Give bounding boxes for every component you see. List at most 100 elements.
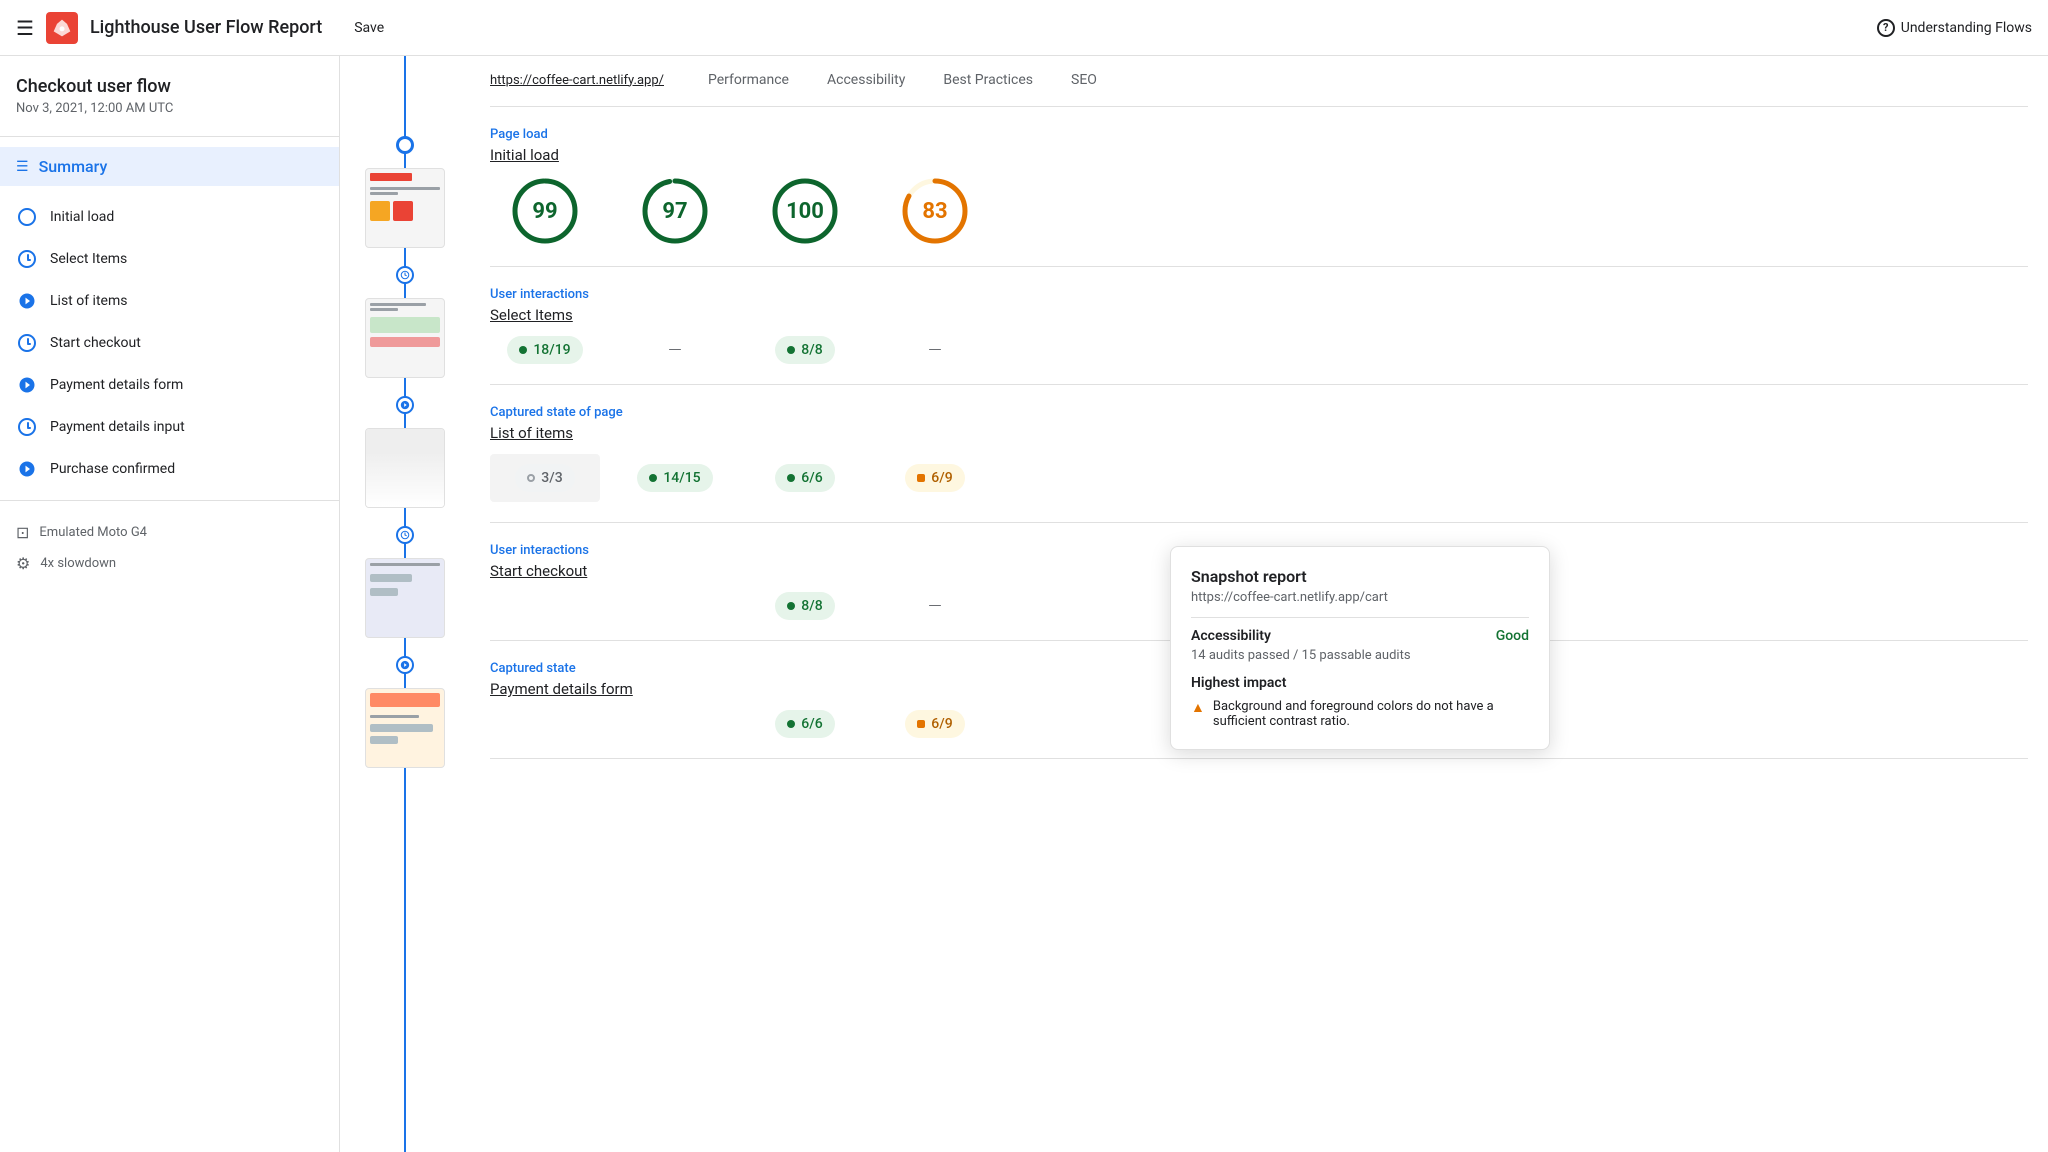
timeline-dot-snap-5 [396, 656, 414, 674]
clock-icon [16, 248, 38, 270]
summary-label: Summary [39, 157, 108, 176]
clock-icon [16, 332, 38, 354]
badge-8-8: 8/8 [775, 336, 834, 364]
score-row-3: 3/3 14/15 6/6 [490, 454, 2028, 502]
summary-nav-item[interactable]: ☰ Summary [0, 147, 339, 186]
tooltip-impact-title: Highest impact [1191, 675, 1529, 691]
thumbnail-5[interactable] [365, 688, 445, 768]
section-name-label[interactable]: Select Items [490, 306, 2028, 324]
sidebar-item-initial-load[interactable]: Initial load [0, 196, 339, 238]
section-name-label[interactable]: Initial load [490, 146, 2028, 164]
circle-100: 100 [770, 176, 840, 246]
section-user-interactions-1: User interactions Select Items 18/19 — [490, 267, 2028, 385]
badge-value: 6/6 [801, 716, 822, 732]
badge-3-3: 3/3 [515, 464, 574, 492]
impact-text: Background and foreground colors do not … [1213, 699, 1529, 729]
nav-label: Payment details input [50, 419, 185, 435]
score-best-practices: 100 [750, 176, 860, 246]
score-performance: 99 [490, 176, 600, 246]
tooltip-title: Snapshot report [1191, 567, 1529, 586]
tab-seo[interactable]: SEO [1067, 56, 1101, 106]
layout: Checkout user flow Nov 3, 2021, 12:00 AM… [0, 56, 2048, 1152]
score-col-3: 8/8 [750, 336, 860, 364]
dash-2: — [928, 340, 942, 361]
save-button[interactable]: Save [354, 20, 384, 36]
sidebar-item-select-items[interactable]: Select Items [0, 238, 339, 280]
circle-97: 97 [640, 176, 710, 246]
menu-icon[interactable]: ☰ [16, 16, 34, 40]
score-col-1-highlighted: 3/3 [490, 454, 600, 502]
score-value: 83 [922, 199, 947, 224]
dash-1: — [668, 340, 682, 361]
badge-value: 6/9 [931, 470, 952, 486]
section-type-label: Page load [490, 127, 2028, 142]
score-accessibility: 97 [620, 176, 730, 246]
thumbnail-4[interactable] [365, 558, 445, 638]
circle-99: 99 [510, 176, 580, 246]
score-value: 99 [532, 199, 557, 224]
badge-value: 8/8 [801, 598, 822, 614]
timeline-dot-clock-4 [396, 526, 414, 544]
nav-label: Start checkout [50, 335, 141, 351]
section-captured-state-1: Captured state of page List of items 3/3… [490, 385, 2028, 523]
sidebar-divider [0, 136, 339, 137]
content-area: https://coffee-cart.netlify.app/ Perform… [470, 56, 2048, 1152]
snapshot-icon [16, 290, 38, 312]
thumbnail-3[interactable] [365, 428, 445, 508]
dot-green [649, 474, 657, 482]
thumbnail-2[interactable] [365, 298, 445, 378]
help-button[interactable]: ? Understanding Flows [1877, 19, 2032, 37]
list-icon: ☰ [16, 159, 29, 175]
nav-label: Select Items [50, 251, 127, 267]
thumbnail-1[interactable] [365, 168, 445, 248]
tab-performance[interactable]: Performance [704, 56, 793, 106]
warning-icon: ▲ [1191, 699, 1205, 716]
score-row-2: 18/19 — 8/8 — [490, 336, 2028, 364]
score-value: 97 [662, 199, 687, 224]
score-col-1: 18/19 [490, 336, 600, 364]
device-icon: ⊡ [16, 523, 29, 542]
sidebar-item-list-of-items[interactable]: List of items [0, 280, 339, 322]
tab-accessibility[interactable]: Accessibility [823, 56, 909, 106]
logo-icon [46, 12, 78, 44]
tab-best-practices[interactable]: Best Practices [939, 56, 1037, 106]
tab-bar: https://coffee-cart.netlify.app/ Perform… [490, 56, 2028, 107]
app-title: Lighthouse User Flow Report [90, 17, 322, 38]
score-col-4: 6/9 [880, 710, 990, 738]
sidebar-item-start-checkout[interactable]: Start checkout [0, 322, 339, 364]
dot-green [787, 474, 795, 482]
dot-green [787, 720, 795, 728]
section-name-label[interactable]: List of items [490, 424, 2028, 442]
flow-date: Nov 3, 2021, 12:00 AM UTC [16, 101, 323, 116]
nav-label: Payment details form [50, 377, 183, 393]
badge-6-9: 6/9 [905, 464, 964, 492]
sidebar-item-payment-form[interactable]: Payment details form [0, 364, 339, 406]
sidebar-item-purchase-confirmed[interactable]: Purchase confirmed [0, 448, 339, 490]
badge-6-6: 6/6 [775, 464, 834, 492]
flow-title: Checkout user flow [16, 76, 323, 97]
help-label: Understanding Flows [1901, 20, 2032, 36]
badge-value: 3/3 [541, 470, 562, 486]
timeline-dot-clock-2 [396, 266, 414, 284]
sidebar-item-payment-input[interactable]: Payment details input [0, 406, 339, 448]
dot-green [787, 346, 795, 354]
sidebar: Checkout user flow Nov 3, 2021, 12:00 AM… [0, 56, 340, 1152]
tooltip-url: https://coffee-cart.netlify.app/cart [1191, 590, 1529, 605]
nav-label: List of items [50, 293, 127, 309]
url-tab[interactable]: https://coffee-cart.netlify.app/ [490, 57, 674, 106]
badge-value: 14/15 [663, 470, 700, 486]
main-content: https://coffee-cart.netlify.app/ Perform… [340, 56, 2048, 1152]
score-col-4: — [880, 596, 990, 617]
accessibility-label: Accessibility [1191, 628, 1271, 644]
badge-value: 6/6 [801, 470, 822, 486]
dot-empty [527, 474, 535, 482]
nav-label: Initial load [50, 209, 114, 225]
slowdown-icon: ⚙ [16, 554, 30, 573]
snapshot-icon [16, 374, 38, 396]
device-item: ⊡ Emulated Moto G4 [16, 517, 323, 548]
timeline-dot-1 [396, 136, 414, 154]
badge-18-19: 18/19 [507, 336, 582, 364]
help-icon: ? [1877, 19, 1895, 37]
tooltip-impact-item: ▲ Background and foreground colors do no… [1191, 699, 1529, 729]
tooltip-divider [1191, 617, 1529, 618]
